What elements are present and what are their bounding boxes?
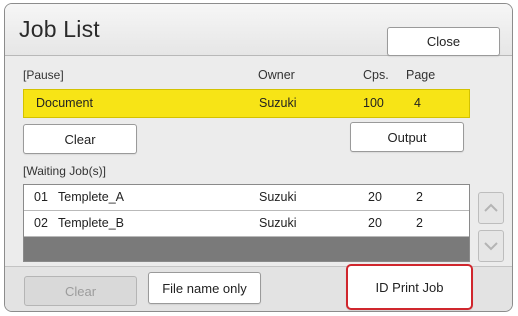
job-page: 2 xyxy=(416,216,423,230)
paused-job-name: Document xyxy=(36,96,93,110)
output-button[interactable]: Output xyxy=(350,122,464,152)
chevron-up-icon xyxy=(484,203,498,212)
pause-section-label: [Pause] xyxy=(23,68,64,82)
job-owner: Suzuki xyxy=(259,216,297,230)
close-button[interactable]: Close xyxy=(387,27,500,56)
job-name: Templete_B xyxy=(58,216,125,230)
job-number: 02 xyxy=(34,216,48,230)
file-name-only-button[interactable]: File name only xyxy=(148,272,261,304)
waiting-clear-button[interactable]: Clear xyxy=(24,276,137,306)
scroll-up-button[interactable] xyxy=(478,192,504,224)
job-number: 01 xyxy=(34,190,48,204)
paused-job-page: 4 xyxy=(414,96,421,110)
id-print-job-button[interactable]: ID Print Job xyxy=(346,264,473,310)
dialog-title: Job List xyxy=(19,16,100,42)
job-page: 2 xyxy=(416,190,423,204)
page-column-header: Page xyxy=(406,68,436,82)
waiting-job-list: 01 Templete_A Suzuki 20 2 02 Templete_B … xyxy=(23,184,470,262)
waiting-job-row[interactable]: 02 Templete_B Suzuki 20 2 xyxy=(24,211,469,237)
paused-job-owner: Suzuki xyxy=(259,96,297,110)
job-copies: 20 xyxy=(368,190,382,204)
paused-job-copies: 100 xyxy=(363,96,384,110)
scroll-down-button[interactable] xyxy=(478,230,504,262)
waiting-job-row[interactable]: 01 Templete_A Suzuki 20 2 xyxy=(24,185,469,211)
chevron-down-icon xyxy=(484,242,498,251)
job-list-dialog: Job List Close [Pause] Owner Cps. Page D… xyxy=(4,3,513,312)
copies-column-header: Cps. xyxy=(363,68,389,82)
pause-clear-button[interactable]: Clear xyxy=(23,124,137,154)
waiting-section-label: [Waiting Job(s)] xyxy=(23,164,106,178)
job-owner: Suzuki xyxy=(259,190,297,204)
paused-job-row[interactable]: Document Suzuki 100 4 xyxy=(23,89,470,118)
job-name: Templete_A xyxy=(58,190,125,204)
owner-column-header: Owner xyxy=(258,68,295,82)
job-copies: 20 xyxy=(368,216,382,230)
